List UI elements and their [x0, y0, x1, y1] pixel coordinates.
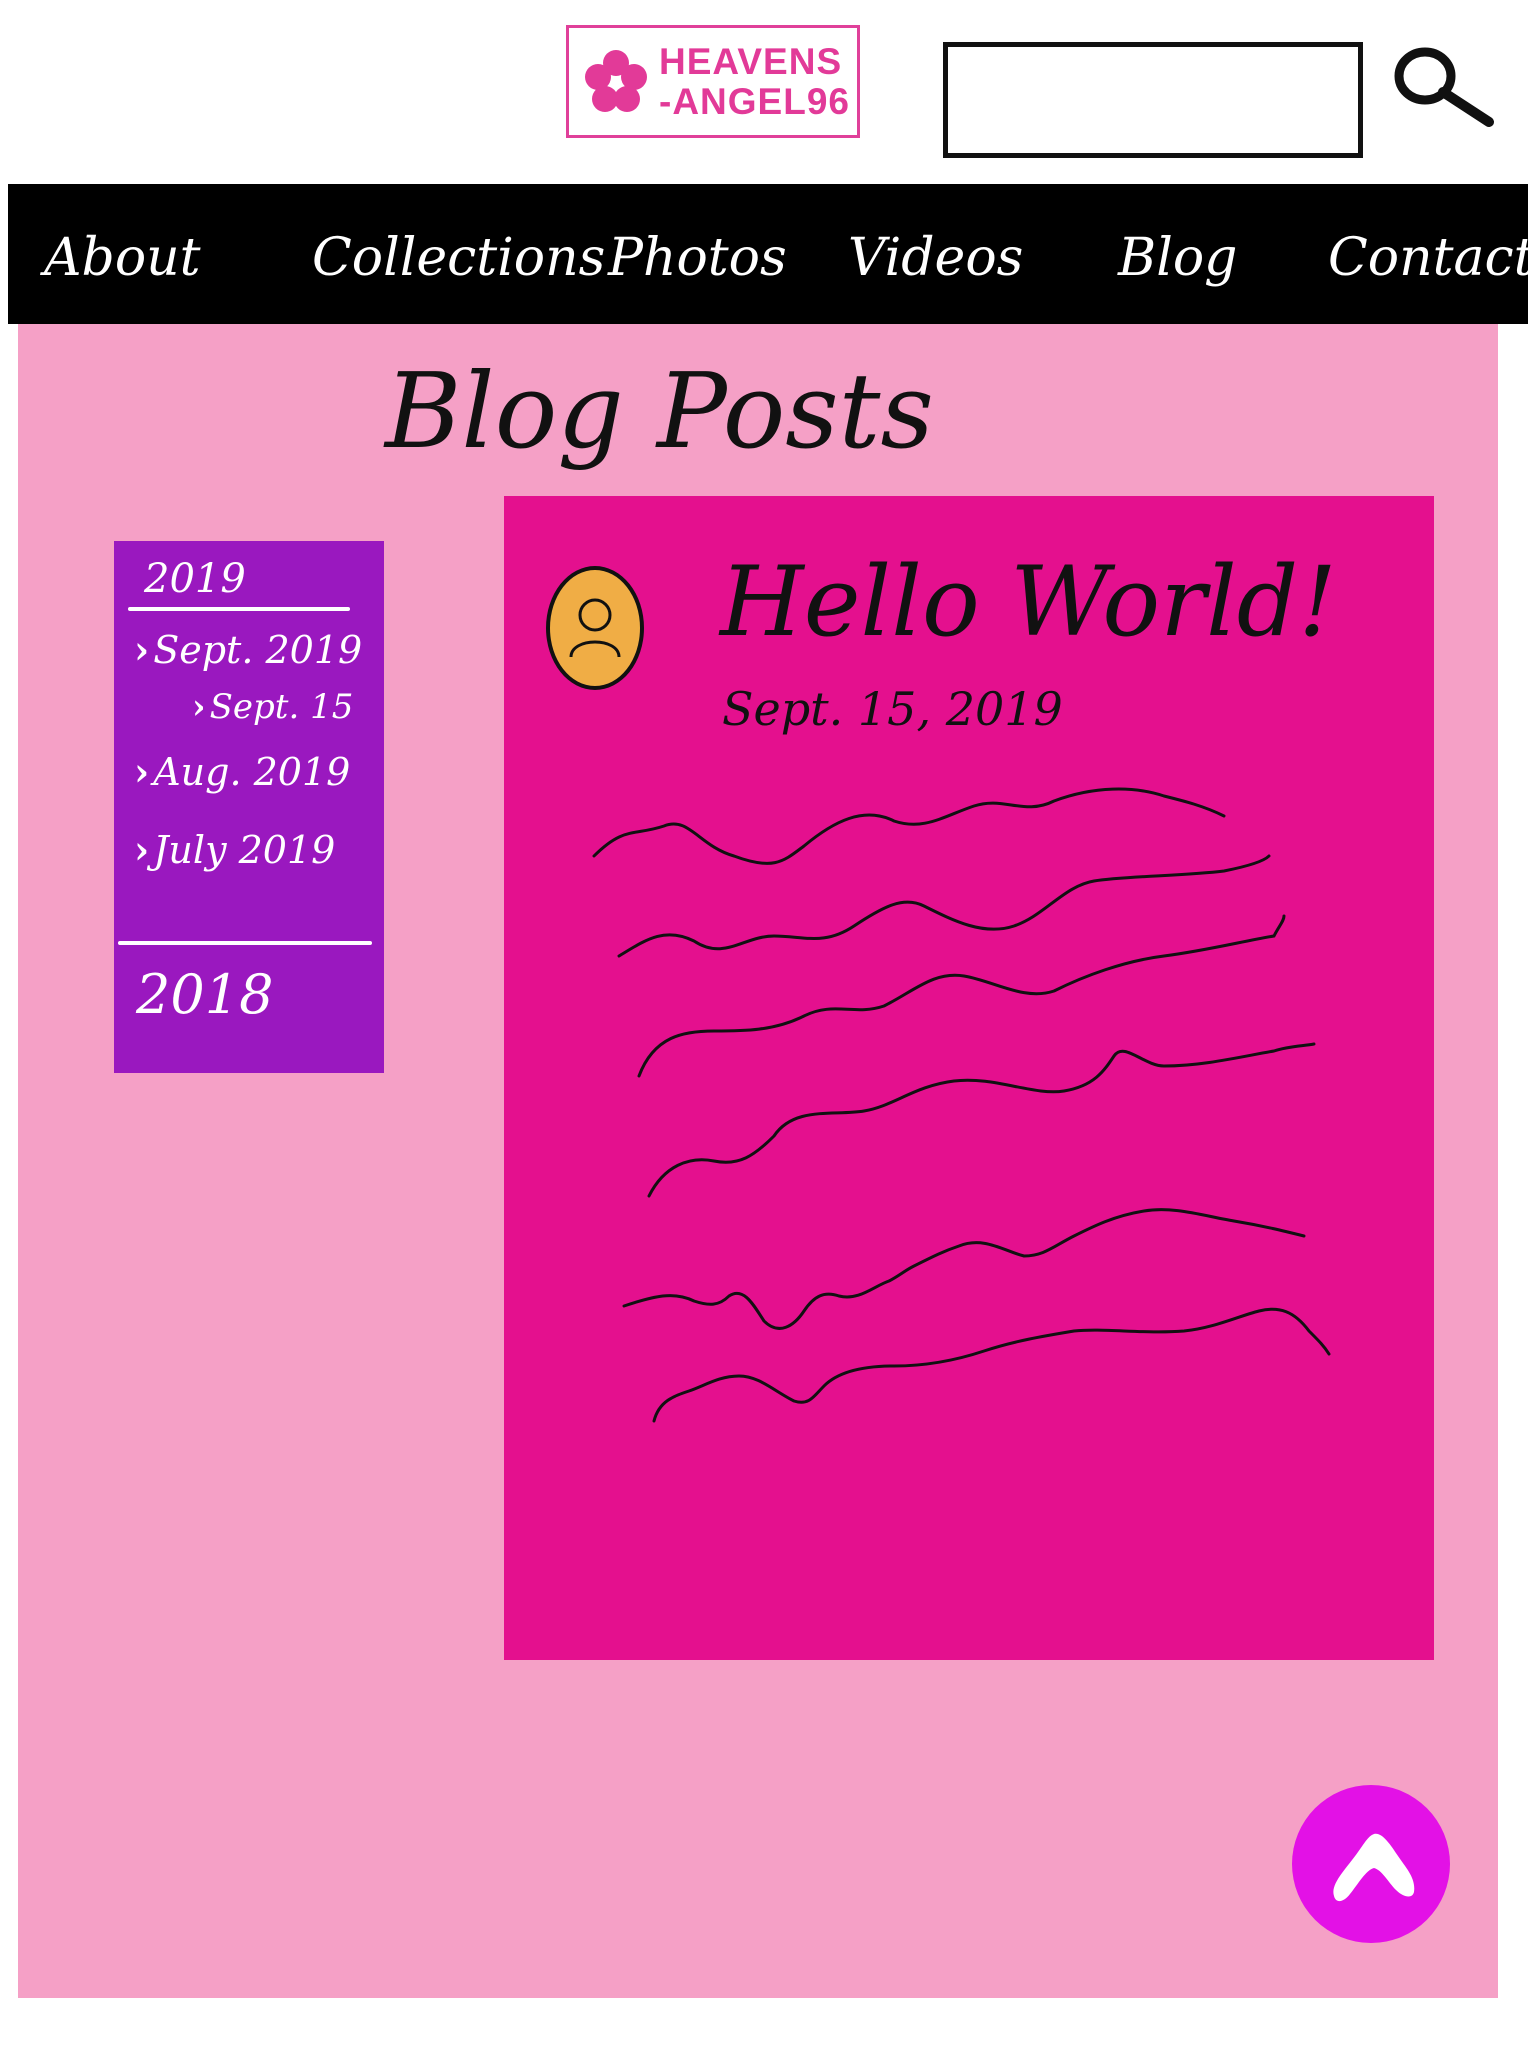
logo-line-1: HEAVENS [659, 40, 843, 82]
archive-link-label: Aug. 2019 [153, 750, 351, 794]
archive-sidebar: 2019 › Sept. 2019 › Sept. 15 › Aug. 2019 › J… [114, 541, 384, 1073]
scroll-to-top-button[interactable] [1292, 1785, 1450, 1943]
archive-link-label: Sept. 2019 [153, 628, 363, 672]
main-nav: About Collections Photos Videos Blog Con… [8, 184, 1535, 324]
logo-text: HEAVENS -ANGEL96 [659, 40, 850, 122]
text-line [617, 854, 1271, 958]
chevron-right-icon: › [134, 749, 150, 794]
text-line [592, 787, 1226, 865]
divider [118, 941, 372, 945]
site-logo[interactable]: HEAVENS -ANGEL96 [566, 25, 860, 138]
nav-item-collections[interactable]: Collections [312, 228, 605, 288]
archive-year-2019[interactable]: 2019 [144, 556, 246, 602]
nav-item-about[interactable]: About [44, 228, 201, 288]
text-line [652, 1307, 1331, 1423]
divider [128, 607, 350, 611]
arrow-up-icon [1333, 1833, 1415, 1902]
archive-link-july-2019[interactable]: › July 2019 [134, 827, 335, 872]
text-line [647, 1042, 1316, 1198]
chevron-right-icon: › [134, 827, 150, 872]
flower-icon [585, 49, 647, 112]
nav-item-contact[interactable]: Contact [1328, 228, 1535, 288]
archive-link-sept-2019[interactable]: › Sept. 2019 [134, 627, 362, 672]
text-line [637, 914, 1286, 1078]
archive-link-sept-15[interactable]: › Sept. 15 [192, 687, 353, 727]
nav-item-photos[interactable]: Photos [608, 228, 787, 288]
archive-link-aug-2019[interactable]: › Aug. 2019 [134, 749, 350, 794]
search-button[interactable] [1393, 42, 1498, 132]
text-line [622, 1208, 1306, 1330]
nav-item-blog[interactable]: Blog [1118, 228, 1237, 288]
chevron-right-icon: › [192, 687, 206, 727]
page-title: Blog Posts [385, 350, 934, 472]
logo-line-2: -ANGEL96 [659, 80, 850, 122]
nav-item-videos[interactable]: Videos [848, 228, 1023, 288]
archive-link-label: July 2019 [153, 828, 336, 872]
search-input[interactable] [943, 42, 1363, 158]
blog-post-card: Hello World! Sept. 15, 2019 [504, 496, 1434, 1660]
archive-link-label: Sept. 15 [209, 687, 354, 727]
post-body-placeholder-text [592, 787, 1331, 1423]
chevron-right-icon: › [134, 627, 150, 672]
archive-year-2018[interactable]: 2018 [136, 963, 273, 1026]
search-icon [1394, 47, 1494, 127]
